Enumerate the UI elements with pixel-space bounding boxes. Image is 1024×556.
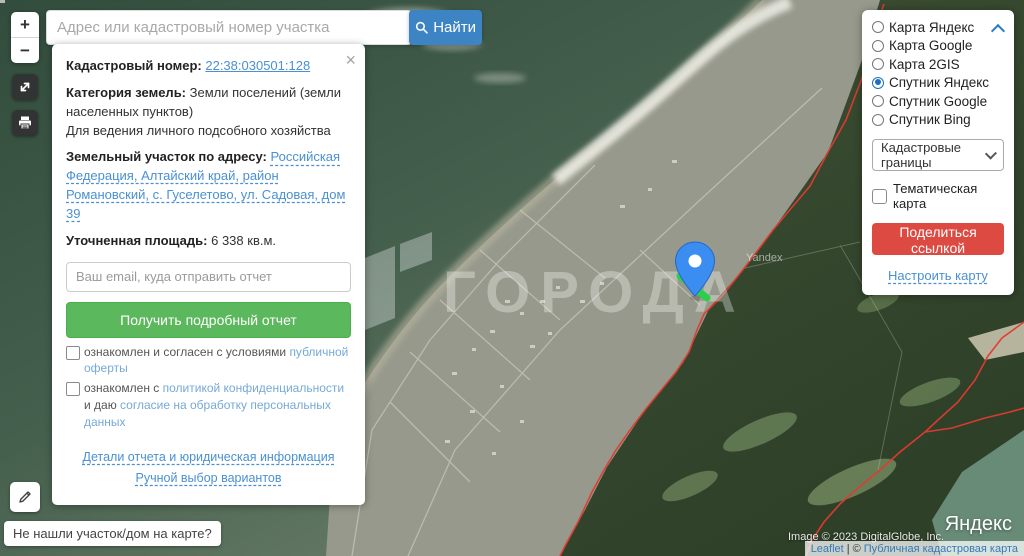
layer-option-sputnik-yandex[interactable]: Спутник Яндекс <box>872 74 1004 93</box>
privacy-agreement-row: ознакомлен с политикой конфиденциальност… <box>66 380 351 430</box>
layer-option-label: Карта 2GIS <box>889 56 960 72</box>
layer-option-karta-yandex[interactable]: Карта Яндекс <box>872 18 1004 37</box>
area-label: Уточненная площадь: <box>66 232 208 248</box>
privacy-text1: ознакомлен с <box>84 381 163 396</box>
personal-data-link[interactable]: согласие на обработку персональных данны… <box>84 398 331 429</box>
attribution-separator: | © <box>846 542 861 555</box>
offer-text: ознакомлен и согласен с условиями <box>84 344 290 359</box>
layer-option-karta-2gis[interactable]: Карта 2GIS <box>872 55 1004 74</box>
layers-panel: Карта Яндекс Карта Google Карта 2GIS Спу… <box>862 10 1014 295</box>
attribution-strip: Leaflet | © Публичная кадастровая карта <box>804 541 1024 556</box>
leaflet-link[interactable]: Leaflet <box>811 543 844 555</box>
wave-wisp <box>474 73 526 83</box>
footer-links: Детали отчета и юридическая информация Р… <box>66 447 351 490</box>
layer-option-sputnik-google[interactable]: Спутник Google <box>872 92 1004 111</box>
area-row: Уточненная площадь: 6 338 кв.м. <box>66 232 351 251</box>
pkk-link[interactable]: Публичная кадастровая карта <box>864 543 1018 555</box>
parcel-info-panel: × Кадастровый номер: 22:38:030501:128 Ка… <box>52 44 365 506</box>
zoom-in-button[interactable]: + <box>11 12 39 37</box>
thematic-map-row[interactable]: Тематическая карта <box>872 181 1004 211</box>
address-row: Земельный участок по адресу: Российская … <box>66 148 351 223</box>
privacy-checkbox[interactable] <box>66 382 80 397</box>
thematic-label: Тематическая карта <box>893 181 978 211</box>
yandex-logo: Яндекс <box>944 513 1012 535</box>
search-input[interactable] <box>46 10 412 45</box>
manual-choice-link[interactable]: Ручной выбор вариантов <box>136 471 282 485</box>
radio-icon[interactable] <box>872 21 884 34</box>
fullscreen-button[interactable] <box>12 74 38 100</box>
report-details-link[interactable]: Детали отчета и юридическая информация <box>83 450 335 464</box>
privacy-text2: и даю <box>84 397 121 412</box>
cadastral-number-label: Кадастровый номер: <box>66 58 202 73</box>
privacy-policy-link[interactable]: политикой конфиденциальности <box>163 381 344 395</box>
print-button[interactable] <box>12 110 38 136</box>
offer-checkbox[interactable] <box>66 345 80 360</box>
layer-option-label: Спутник Bing <box>889 112 971 128</box>
cadastral-map-app: ГОРОДА Yandex Найти + − <box>0 0 1024 556</box>
overlay-type-select[interactable]: Кадастровые границы <box>872 139 1004 171</box>
land-category-row: Категория земель: Земли поселений (земли… <box>66 84 351 141</box>
radio-icon[interactable] <box>872 39 884 52</box>
search-button[interactable]: Найти <box>409 10 482 45</box>
configure-map-link[interactable]: Настроить карту <box>872 268 1004 283</box>
printer-icon <box>19 116 31 130</box>
address-label: Земельный участок по адресу: <box>66 149 267 165</box>
draw-button[interactable] <box>10 482 40 512</box>
not-found-button[interactable]: Не нашли участок/дом на карте? <box>4 521 221 546</box>
yandex-small-watermark: Yandex <box>746 252 783 264</box>
pencil-icon <box>19 491 31 503</box>
get-report-button[interactable]: Получить подробный отчет <box>66 301 351 338</box>
layer-option-label: Спутник Google <box>889 93 988 109</box>
zoom-out-button[interactable]: − <box>11 38 39 63</box>
search-button-label: Найти <box>433 19 476 36</box>
expand-icon <box>20 82 30 92</box>
radio-selected-icon[interactable] <box>872 76 884 89</box>
search-icon <box>415 21 428 34</box>
layer-option-sputnik-bing[interactable]: Спутник Bing <box>872 111 1004 130</box>
layer-option-karta-google[interactable]: Карта Google <box>872 37 1004 56</box>
layer-option-label: Спутник Яндекс <box>889 75 990 91</box>
close-icon[interactable]: × <box>345 50 356 71</box>
area-value: 6 338 кв.м. <box>211 232 277 248</box>
layer-option-label: Карта Google <box>889 38 973 54</box>
land-usage-value: Для ведения личного подсобного хозяйства <box>66 122 331 138</box>
offer-agreement-row: ознакомлен и согласен с условиями публич… <box>66 344 351 378</box>
layer-option-label: Карта Яндекс <box>889 19 975 35</box>
overlay-type-value: Кадастровые границы <box>881 140 962 170</box>
cadastral-number-row: Кадастровый номер: 22:38:030501:128 <box>66 57 351 76</box>
radio-icon[interactable] <box>872 95 884 108</box>
land-category-label: Категория земель: <box>66 84 187 100</box>
radio-icon[interactable] <box>872 58 884 71</box>
email-input[interactable] <box>66 261 351 292</box>
share-link-button[interactable]: Поделиться ссылкой <box>872 223 1004 256</box>
cadastral-number-link[interactable]: 22:38:030501:128 <box>205 58 310 73</box>
radio-icon[interactable] <box>872 113 884 126</box>
thematic-checkbox[interactable] <box>872 188 887 204</box>
zoom-control: + − <box>11 12 39 63</box>
